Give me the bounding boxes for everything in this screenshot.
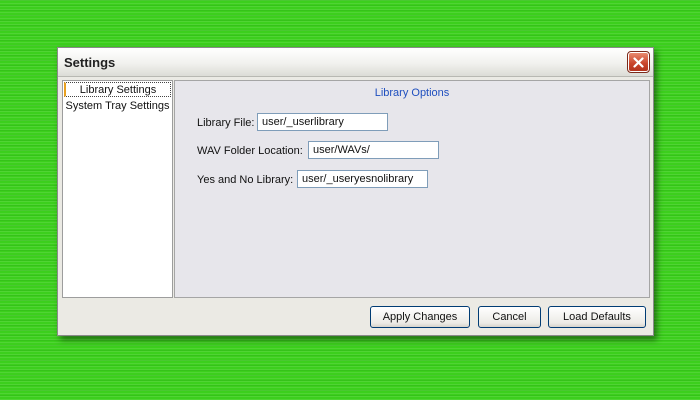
section-title: Library Options bbox=[374, 87, 450, 99]
library-file-label: Library File: bbox=[197, 117, 255, 129]
wav-folder-label: WAV Folder Location: bbox=[197, 145, 303, 157]
load-defaults-button[interactable]: Load Defaults bbox=[548, 306, 646, 328]
close-icon bbox=[633, 56, 644, 68]
cancel-button[interactable]: Cancel bbox=[478, 306, 541, 328]
library-options-panel: Library Options Library File: user/_user… bbox=[174, 80, 650, 298]
yes-no-library-label: Yes and No Library: bbox=[197, 174, 294, 186]
library-file-input[interactable]: user/_userlibrary bbox=[257, 113, 388, 131]
title-bar[interactable]: Settings bbox=[58, 48, 653, 77]
close-button[interactable] bbox=[627, 51, 650, 73]
settings-window: Settings Library Settings System Tray Se… bbox=[57, 47, 654, 336]
window-title: Settings bbox=[64, 55, 116, 70]
nav-item-library-settings[interactable]: Library Settings bbox=[64, 82, 171, 97]
nav-item-system-tray-settings[interactable]: System Tray Settings bbox=[64, 99, 171, 114]
apply-changes-button[interactable]: Apply Changes bbox=[370, 306, 470, 328]
wav-folder-input[interactable]: user/WAVs/ bbox=[308, 141, 439, 159]
settings-nav-list: Library Settings System Tray Settings bbox=[62, 80, 173, 298]
yes-no-library-input[interactable]: user/_useryesnolibrary bbox=[297, 170, 428, 188]
